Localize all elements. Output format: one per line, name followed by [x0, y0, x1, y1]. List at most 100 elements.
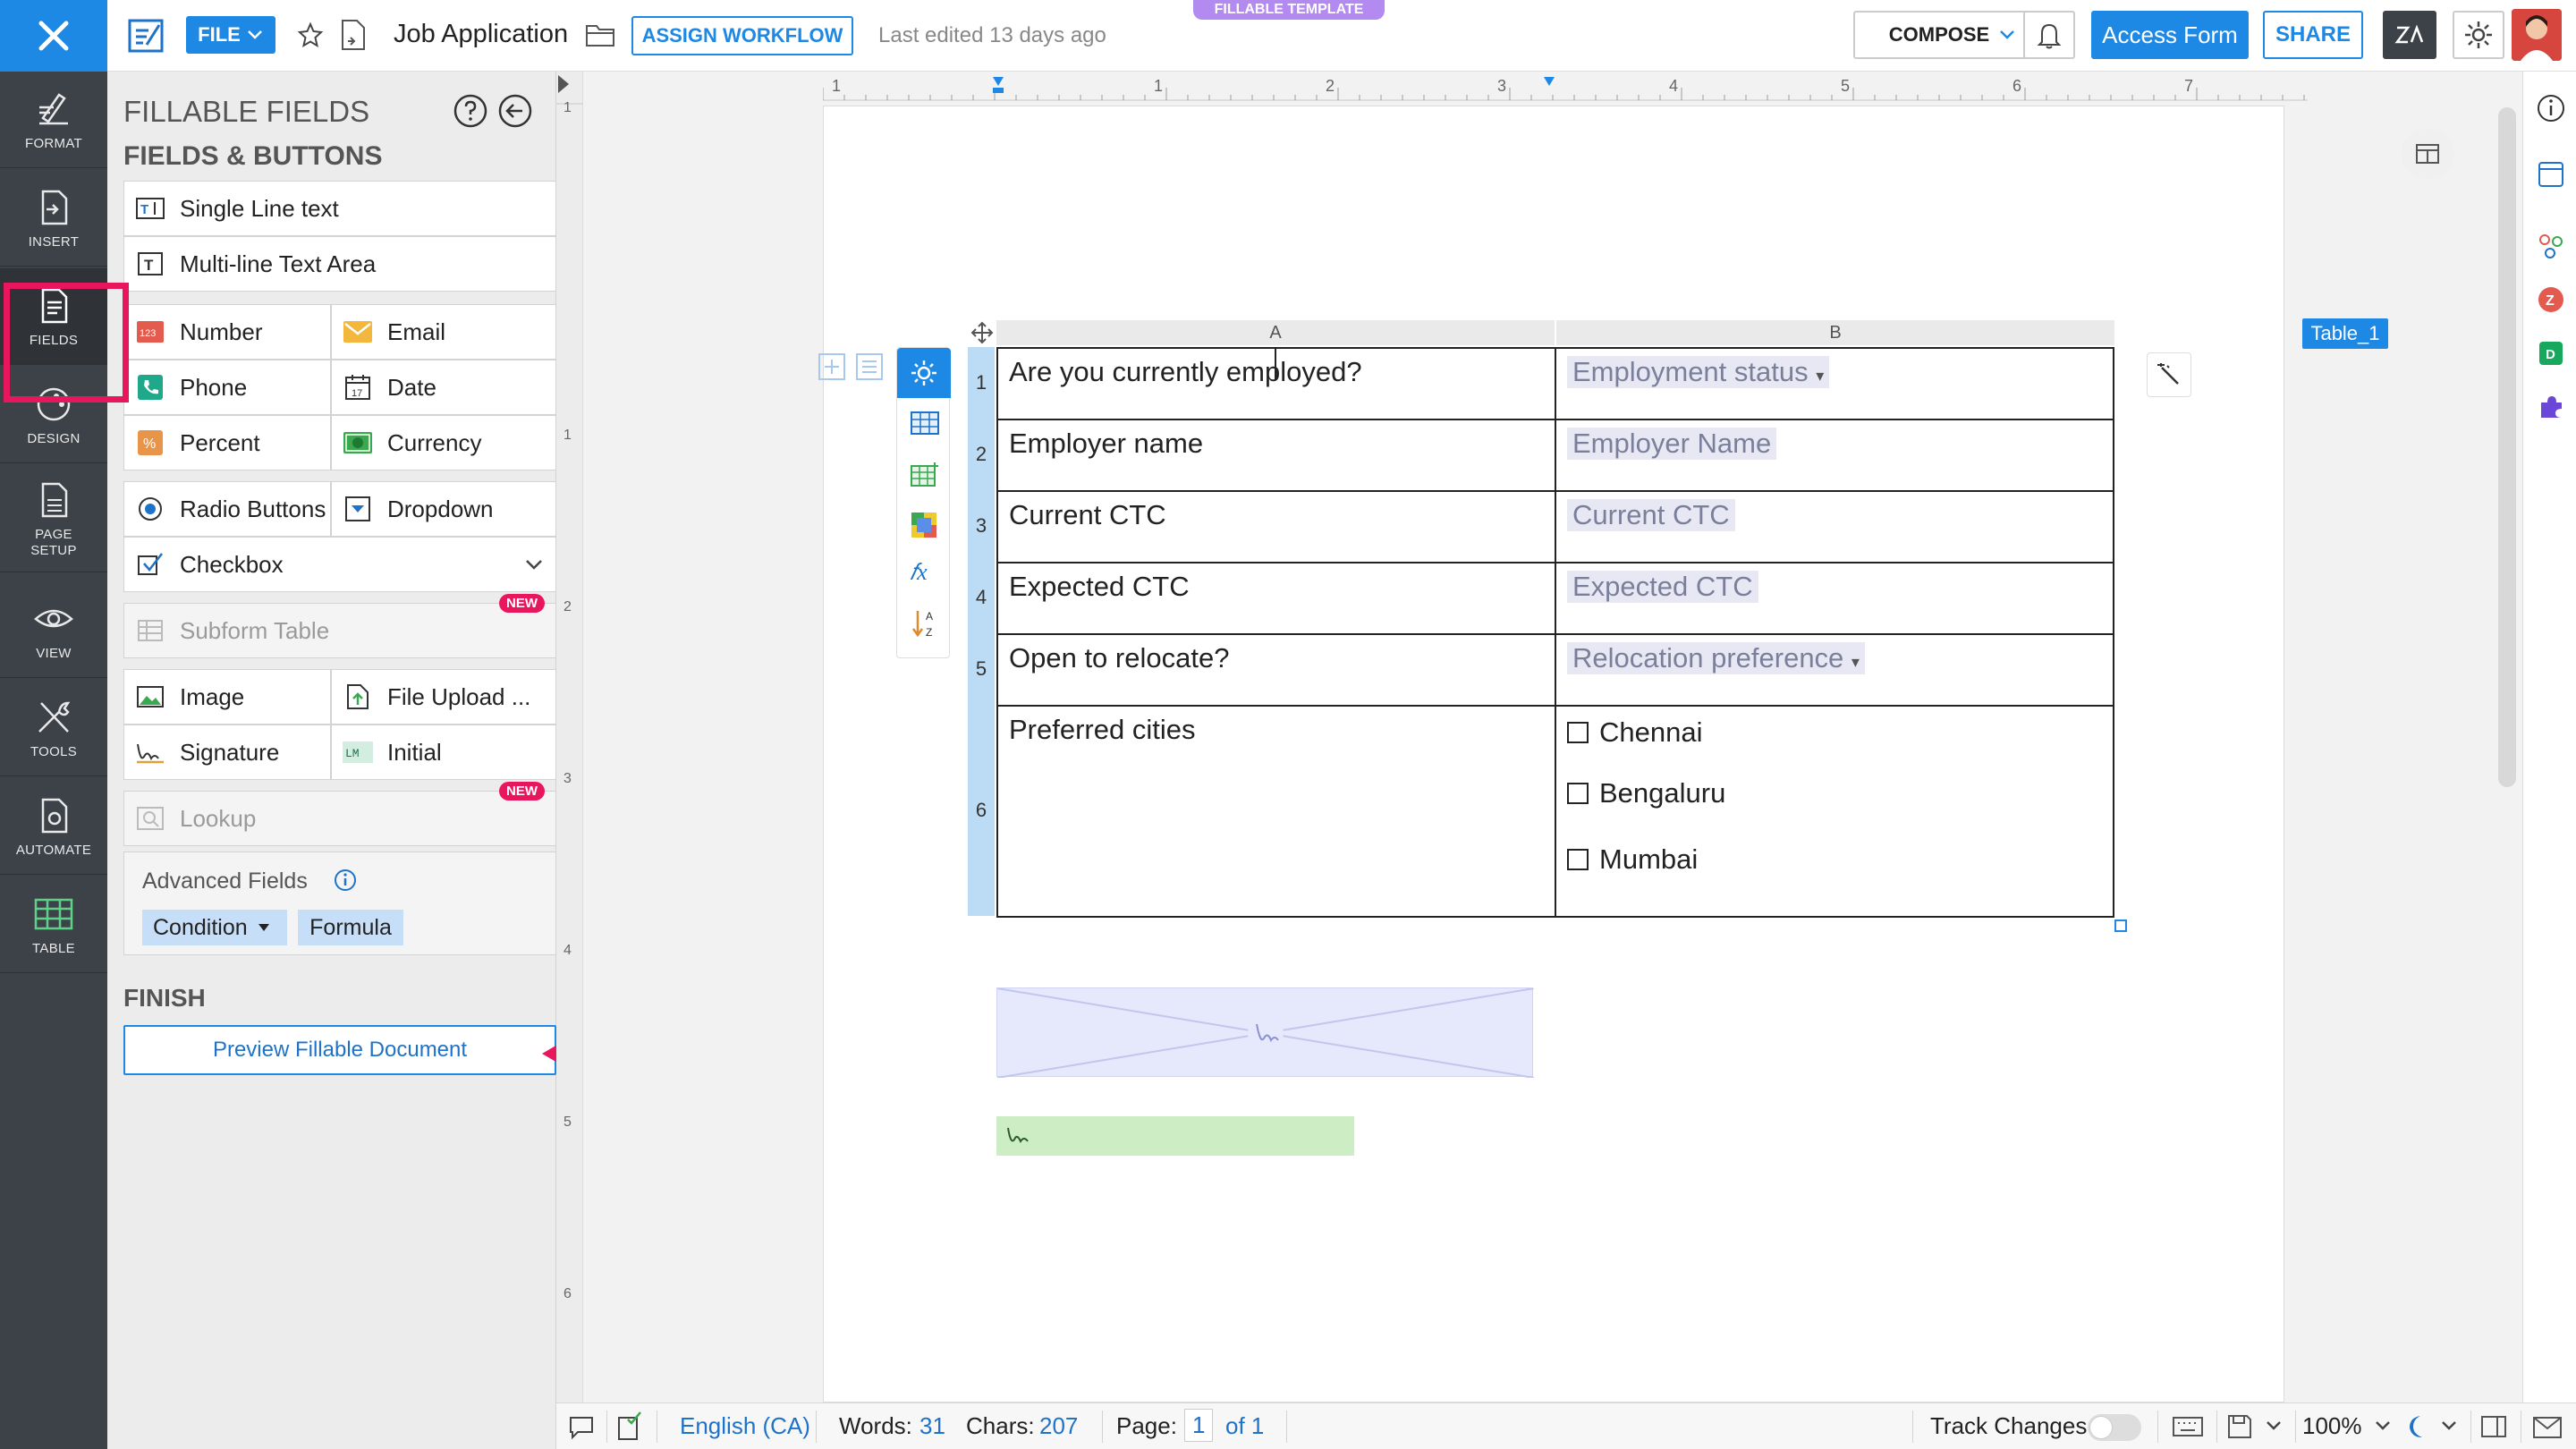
integrations-icon[interactable] — [2536, 231, 2566, 261]
close-button[interactable] — [0, 0, 107, 72]
row-number-5[interactable]: 5 — [968, 633, 995, 705]
save-icon[interactable] — [2225, 1412, 2254, 1441]
file-menu-button[interactable]: FILE — [186, 16, 275, 54]
row-number-4[interactable]: 4 — [968, 562, 995, 633]
cell-color-icon[interactable] — [910, 511, 938, 539]
field-single-line-text[interactable]: T Single Line text — [123, 181, 556, 236]
notifications-button[interactable] — [2023, 11, 2075, 59]
cell-label[interactable]: Expected CTC — [996, 562, 1556, 635]
settings-button[interactable] — [2453, 11, 2504, 59]
field-percent[interactable]: % Percent — [123, 415, 331, 470]
feedback-mail-icon[interactable] — [2531, 1412, 2563, 1441]
checkbox-box[interactable] — [1567, 849, 1589, 870]
rail-format[interactable]: FORMAT — [0, 72, 107, 168]
field-radio-buttons[interactable]: Radio Buttons — [123, 481, 331, 537]
share-button[interactable]: SHARE — [2263, 11, 2363, 59]
language-selector[interactable]: English (CA) — [680, 1412, 810, 1440]
back-arrow-icon[interactable] — [497, 93, 533, 129]
rail-automate[interactable]: AUTOMATE — [0, 778, 107, 875]
info-icon[interactable] — [2536, 93, 2566, 123]
cell-label[interactable]: Employer name — [996, 419, 1556, 492]
folder-icon[interactable] — [585, 21, 615, 48]
chevron-down-icon[interactable] — [523, 557, 545, 572]
row-number-1[interactable]: 1 — [968, 347, 995, 419]
expected-ctc-field[interactable]: Expected CTC — [1567, 571, 1758, 603]
spellcheck-icon[interactable] — [615, 1411, 644, 1443]
night-mode-icon[interactable] — [2402, 1412, 2431, 1441]
cell-label[interactable]: Preferred cities — [996, 705, 1556, 918]
compose-button[interactable]: COMPOSE — [1853, 11, 2052, 59]
formula-fx-icon[interactable]: 𝑓x — [910, 559, 928, 587]
field-multi-line-text[interactable]: T Multi-line Text Area — [123, 236, 556, 292]
zoho-app-icon[interactable]: Z — [2536, 284, 2566, 315]
field-phone[interactable]: Phone — [123, 360, 331, 415]
table-grid-icon[interactable] — [910, 411, 940, 436]
chevron-down-icon[interactable] — [2265, 1419, 2283, 1432]
field-image[interactable]: Image — [123, 669, 331, 724]
column-header-b[interactable]: B — [1556, 320, 2114, 345]
table-name-tag[interactable]: Table_1 — [2302, 318, 2388, 349]
employer-name-field[interactable]: Employer Name — [1567, 428, 1777, 460]
user-avatar[interactable] — [2512, 9, 2562, 61]
help-icon[interactable] — [453, 93, 488, 129]
chevron-down-icon[interactable] — [2374, 1419, 2392, 1432]
table-settings-button[interactable] — [897, 348, 951, 398]
checkbox-option-mumbai[interactable]: Mumbai — [1567, 825, 2102, 894]
cell-field[interactable]: Relocation preference ▾ — [1555, 633, 2114, 707]
checkbox-option-bengaluru[interactable]: Bengaluru — [1567, 758, 2102, 828]
zoom-level[interactable]: 100% — [2302, 1412, 2362, 1440]
current-ctc-field[interactable]: Current CTC — [1567, 499, 1735, 531]
field-initial[interactable]: LM Initial — [331, 724, 556, 780]
assign-workflow-button[interactable]: ASSIGN WORKFLOW — [631, 16, 853, 55]
chat-icon[interactable] — [567, 1412, 596, 1441]
sort-icon[interactable]: AZ — [911, 607, 938, 640]
table-insert-icon[interactable] — [910, 461, 940, 487]
checkbox-option-chennai[interactable]: Chennai — [1567, 707, 2102, 758]
keyboard-icon[interactable] — [2172, 1414, 2204, 1439]
row-number-6[interactable]: 6 — [968, 705, 995, 916]
comments-panel-icon[interactable] — [2536, 159, 2566, 190]
row-number-2[interactable]: 2 — [968, 419, 995, 490]
rail-view[interactable]: VIEW — [0, 581, 107, 678]
add-col-icon[interactable] — [855, 352, 884, 381]
document-app-icon[interactable]: D — [2536, 338, 2566, 369]
employment-status-dropdown[interactable]: Employment status ▾ — [1567, 356, 1830, 388]
cell-label[interactable]: Are you currently employed? — [996, 347, 1556, 420]
field-checkbox[interactable]: Checkbox — [123, 537, 556, 592]
preview-fillable-document-button[interactable]: Preview Fillable Document — [123, 1025, 556, 1075]
column-header-a[interactable]: A — [996, 320, 1555, 345]
page-layout-button[interactable] — [2401, 129, 2454, 179]
track-changes-toggle[interactable] — [2088, 1414, 2141, 1441]
condition-button[interactable]: Condition — [142, 910, 287, 945]
page-input[interactable]: 1 — [1184, 1409, 1214, 1442]
checkbox-box[interactable] — [1567, 722, 1589, 743]
add-row-icon[interactable] — [818, 352, 846, 381]
table-move-handle[interactable] — [968, 318, 996, 347]
cell-field[interactable]: Current CTC — [1555, 490, 2114, 564]
signature-field[interactable] — [996, 1116, 1354, 1156]
access-form-button[interactable]: Access Form — [2091, 11, 2249, 59]
cell-field[interactable]: Employment status ▾ — [1555, 347, 2114, 420]
cell-field[interactable]: Chennai Bengaluru Mumbai — [1555, 705, 2114, 918]
reading-layout-icon[interactable] — [2479, 1412, 2508, 1441]
field-date[interactable]: 17 Date — [331, 360, 556, 415]
cell-field[interactable]: Expected CTC — [1555, 562, 2114, 635]
relocation-preference-dropdown[interactable]: Relocation preference ▾ — [1567, 642, 1865, 674]
field-signature[interactable]: Signature — [123, 724, 331, 780]
star-icon[interactable] — [297, 21, 324, 48]
chevron-down-icon[interactable] — [2440, 1419, 2458, 1432]
formula-button[interactable]: Formula — [298, 910, 403, 945]
field-currency[interactable]: Currency — [331, 415, 556, 470]
cell-field[interactable]: Employer Name — [1555, 419, 2114, 492]
rail-insert[interactable]: INSERT — [0, 170, 107, 267]
field-number[interactable]: 123 Number — [123, 304, 331, 360]
table-resize-handle[interactable] — [2114, 919, 2127, 932]
checkbox-box[interactable] — [1567, 783, 1589, 804]
cell-label[interactable]: Current CTC — [996, 490, 1556, 564]
image-field-placeholder[interactable] — [996, 987, 1534, 1078]
extensions-icon[interactable] — [2536, 392, 2566, 422]
cell-label[interactable]: Open to relocate? — [996, 633, 1556, 707]
field-email[interactable]: Email — [331, 304, 556, 360]
info-icon[interactable] — [334, 869, 357, 892]
rail-table[interactable]: TABLE — [0, 877, 107, 973]
